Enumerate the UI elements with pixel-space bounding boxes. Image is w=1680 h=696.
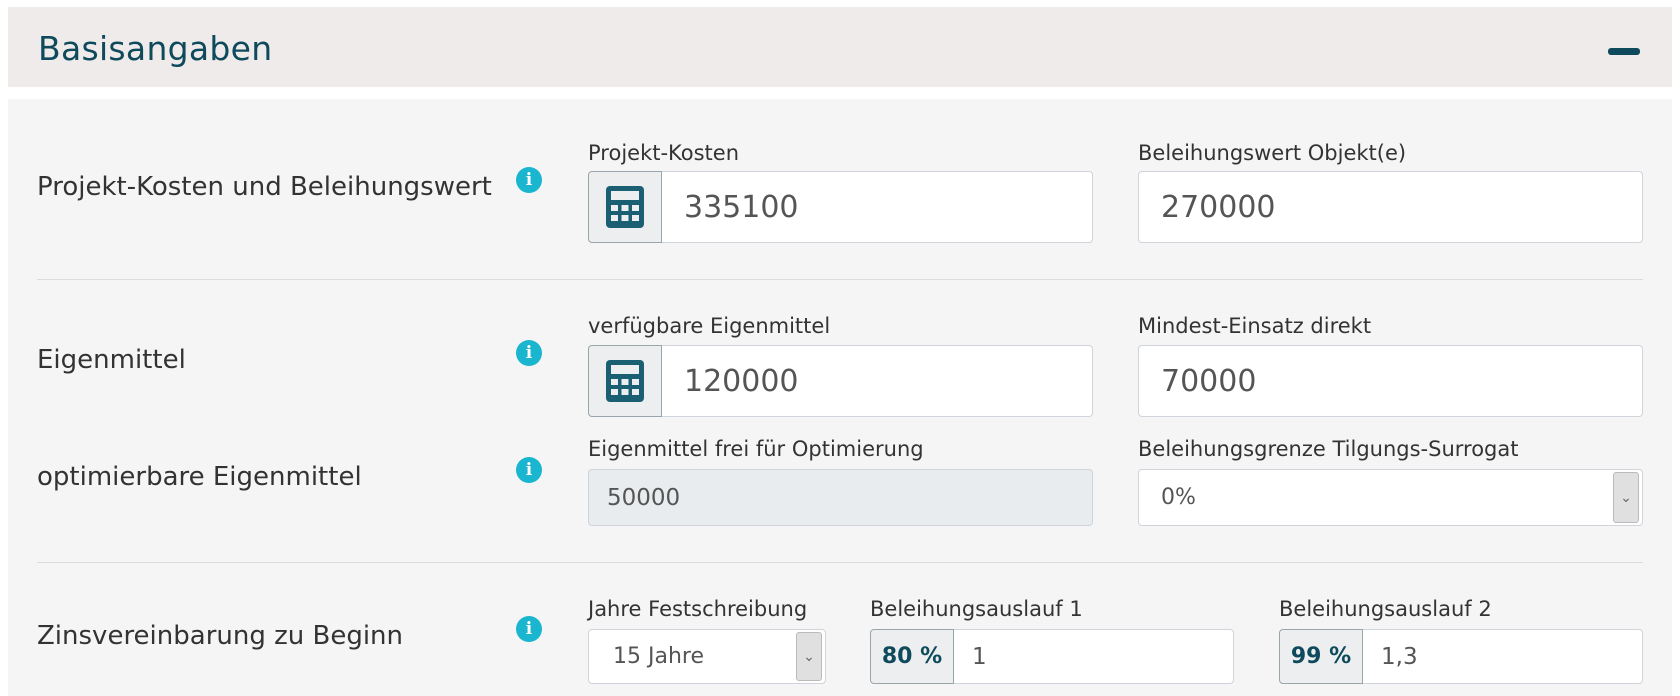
jahre-festschreibung-value: 15 Jahre <box>613 644 704 669</box>
beleihungsauslauf-2-label: Beleihungsauslauf 2 <box>1279 597 1492 621</box>
eigenmittel-frei-label: Eigenmittel frei für Optimierung <box>588 437 924 461</box>
calculator-icon[interactable] <box>588 171 662 243</box>
mindest-einsatz-group: 70000 <box>1138 345 1643 417</box>
beleihungsauslauf-2-group: 99 % 1,3 <box>1279 629 1643 684</box>
mindest-einsatz-input[interactable]: 70000 <box>1138 345 1643 417</box>
projekt-kosten-group: 335100 <box>588 171 1093 243</box>
beleihungsauslauf-2-input[interactable]: 1,3 <box>1363 629 1643 684</box>
row-label-zins: Zinsvereinbarung zu Beginn <box>37 621 404 651</box>
beleihungsgrenze-label: Beleihungsgrenze Tilgungs-Surrogat <box>1138 437 1519 461</box>
row-label-eigenmittel: Eigenmittel <box>37 345 186 375</box>
minus-icon[interactable] <box>1604 37 1644 67</box>
chevron-down-icon: ⌄ <box>1613 472 1639 523</box>
beleihungsauslauf-1-group: 80 % 1 <box>870 629 1234 684</box>
beleihungsauslauf-2-addon: 99 % <box>1279 629 1363 684</box>
projekt-kosten-input[interactable]: 335100 <box>662 171 1093 243</box>
jahre-festschreibung-select[interactable]: 15 Jahre ⌄ <box>588 629 826 684</box>
verfuegbare-eigenmittel-label: verfügbare Eigenmittel <box>588 314 831 338</box>
divider <box>37 562 1643 563</box>
beleihungswert-label: Beleihungswert Objekt(e) <box>1138 141 1407 165</box>
info-icon[interactable]: i <box>516 167 542 193</box>
projekt-kosten-label: Projekt-Kosten <box>588 141 740 165</box>
beleihungswert-input[interactable]: 270000 <box>1138 171 1643 243</box>
divider <box>37 279 1643 280</box>
beleihungswert-group: 270000 <box>1138 171 1643 243</box>
beleihungsauslauf-1-label: Beleihungsauslauf 1 <box>870 597 1083 621</box>
mindest-einsatz-label: Mindest-Einsatz direkt <box>1138 314 1372 338</box>
panel-title: Basisangaben <box>38 29 273 68</box>
eigenmittel-frei-group: 50000 <box>588 469 1093 526</box>
beleihungsauslauf-1-input[interactable]: 1 <box>954 629 1234 684</box>
beleihungsgrenze-select[interactable]: 0% ⌄ <box>1138 469 1643 526</box>
beleihungsgrenze-value: 0% <box>1161 485 1196 510</box>
row-label-optimierbar: optimierbare Eigenmittel <box>37 462 362 492</box>
calculator-icon[interactable] <box>588 345 662 417</box>
verfuegbare-eigenmittel-group: 120000 <box>588 345 1093 417</box>
beleihungsauslauf-1-addon: 80 % <box>870 629 954 684</box>
chevron-down-icon: ⌄ <box>796 632 822 681</box>
verfuegbare-eigenmittel-input[interactable]: 120000 <box>662 345 1093 417</box>
info-icon[interactable]: i <box>516 457 542 483</box>
jahre-festschreibung-label: Jahre Festschreibung <box>588 597 808 621</box>
info-icon[interactable]: i <box>516 616 542 642</box>
eigenmittel-frei-input: 50000 <box>588 469 1093 526</box>
info-icon[interactable]: i <box>516 340 542 366</box>
panel-header: Basisangaben <box>8 7 1672 87</box>
row-label-projekt: Projekt-Kosten und Beleihungswert <box>37 172 492 202</box>
